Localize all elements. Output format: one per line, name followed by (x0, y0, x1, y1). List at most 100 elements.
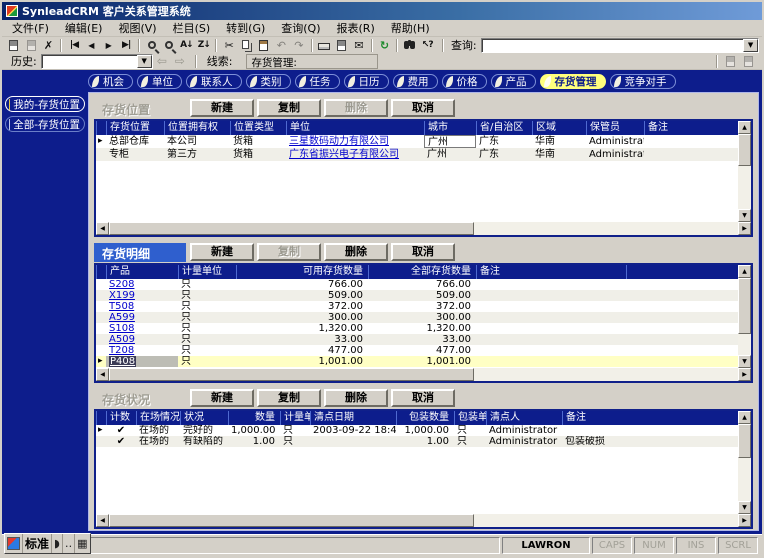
column-header[interactable]: 计量单位 (280, 411, 310, 425)
tab-contact[interactable]: 联系人 (186, 73, 242, 89)
cell-quantity[interactable]: 1,000.00 (228, 425, 280, 436)
details-new-button[interactable]: 新建 (190, 243, 254, 261)
cell-unit[interactable]: 只 (178, 290, 236, 301)
scroll-up-icon[interactable]: ▲ (738, 265, 751, 278)
cell-unit[interactable]: 只 (178, 345, 236, 356)
cell-location[interactable]: 专柜 (106, 148, 164, 161)
cell-total-qty[interactable]: 766.00 (368, 279, 476, 290)
cell-note[interactable] (476, 312, 626, 323)
cell-location[interactable]: 总部仓库 (106, 135, 164, 148)
cell-pack-unit[interactable]: 只 (454, 436, 486, 447)
column-header[interactable]: 计数 (106, 411, 136, 425)
column-header[interactable]: 单位 (286, 121, 424, 135)
first-record-icon[interactable]: |◀ (65, 38, 82, 53)
menu-edit[interactable]: 编辑(E) (57, 19, 111, 37)
column-header[interactable]: 位置类型 (230, 121, 286, 135)
menu-file[interactable]: 文件(F) (4, 19, 57, 37)
tab-expense[interactable]: 费用 (392, 73, 438, 89)
cell-product-link[interactable]: X199 (106, 290, 178, 301)
find-binoculars-icon[interactable] (401, 38, 418, 53)
tab-price[interactable]: 价格 (441, 73, 487, 89)
table-row-selected[interactable]: ▸ P408 只 1,001.00 1,001.00 (96, 356, 738, 367)
table-row[interactable]: S108 只 1,320.00 1,320.00 (96, 323, 738, 334)
table-row[interactable]: ▸ 总部仓库 本公司 货箱 三星数码动力有限公司 广州 广东 华南 Admini… (96, 135, 738, 148)
new-from-template-icon[interactable] (22, 38, 39, 53)
copy-icon[interactable] (238, 38, 255, 53)
column-header[interactable]: 产品 (106, 265, 178, 279)
menu-columns[interactable]: 栏目(S) (165, 19, 219, 37)
scroll-right-icon[interactable]: ▶ (738, 514, 751, 527)
refresh-icon[interactable]: ↻ (376, 38, 393, 53)
cell-note[interactable] (562, 425, 738, 436)
table-row[interactable]: A509 只 33.00 33.00 (96, 334, 738, 345)
scroll-down-icon[interactable]: ▼ (738, 209, 751, 222)
column-header[interactable]: 保管员 (586, 121, 644, 135)
cell-note[interactable]: 包装破损 (562, 436, 738, 447)
scroll-left-icon[interactable]: ◀ (96, 514, 109, 527)
column-header[interactable]: 在场情况 (136, 411, 180, 425)
cell-condition[interactable]: 完好的 (180, 425, 228, 436)
details-delete-button[interactable]: 删除 (324, 243, 388, 261)
column-header[interactable]: 状况 (180, 411, 228, 425)
ime-halfwidth-moon-icon[interactable]: ◗ (52, 534, 63, 553)
query-combobox[interactable]: ▼ (480, 37, 760, 53)
cell-unit[interactable]: 只 (178, 356, 236, 367)
ime-soft-keyboard-icon[interactable]: ▦ (75, 534, 89, 553)
vertical-scrollbar[interactable]: ▲ ▼ (738, 411, 751, 514)
next-record-icon[interactable]: ▶ (100, 38, 117, 53)
scroll-right-icon[interactable]: ▶ (738, 368, 751, 381)
status-cancel-button[interactable]: 取消 (391, 389, 455, 407)
scrollbar-thumb[interactable] (109, 514, 474, 527)
cell-unit[interactable]: 只 (280, 425, 310, 436)
cell-checker[interactable]: Administrator (486, 425, 562, 436)
column-header[interactable]: 清点人 (486, 411, 562, 425)
print-icon[interactable] (316, 38, 333, 53)
cell-note[interactable] (476, 345, 626, 356)
column-header[interactable]: 备注 (476, 265, 626, 279)
cell-unit[interactable]: 只 (178, 279, 236, 290)
tab-opportunity[interactable]: 机会 (88, 73, 133, 89)
cell-product-selected[interactable]: P408 (106, 356, 178, 367)
cell-presence[interactable]: 在场的 (136, 425, 180, 436)
cell-available-qty[interactable]: 766.00 (236, 279, 368, 290)
column-header[interactable]: 包装单位 (454, 411, 486, 425)
column-header[interactable]: 计量单位 (178, 265, 236, 279)
forward-icon[interactable]: ⇨ (171, 54, 189, 68)
tab-inventory-selected[interactable]: 存货管理 (539, 73, 606, 89)
title-bar[interactable]: SynleadCRM 客户关系管理系统 (2, 2, 762, 20)
cell-keeper[interactable]: Administrator (586, 135, 644, 148)
table-row[interactable]: X199 只 509.00 509.00 (96, 290, 738, 301)
cell-unit[interactable]: 只 (280, 436, 310, 447)
paste-icon[interactable] (255, 38, 272, 53)
cell-available-qty[interactable]: 33.00 (236, 334, 368, 345)
table-row[interactable]: ✔ 在场的 有缺陷的 1.00 只 1.00 只 Administrator 包… (96, 436, 738, 447)
cell-note[interactable] (476, 356, 626, 367)
cell-quantity[interactable]: 1.00 (228, 436, 280, 447)
cell-ownership[interactable]: 本公司 (164, 135, 230, 148)
cell-available-qty[interactable]: 509.00 (236, 290, 368, 301)
cell-total-qty[interactable]: 33.00 (368, 334, 476, 345)
cell-note[interactable] (644, 148, 738, 161)
cell-company-link[interactable]: 三星数码动力有限公司 (286, 135, 424, 148)
cell-province[interactable]: 广东 (476, 135, 532, 148)
undo-icon[interactable]: ↶ (273, 38, 290, 53)
sidebar-item-all-inventory-locations[interactable]: 全部-存货位置 (5, 116, 85, 132)
table-row[interactable]: ▸ ✔ 在场的 完好的 1,000.00 只 2003-09-22 18:47 … (96, 425, 738, 436)
column-header[interactable]: 数量 (228, 411, 280, 425)
cell-type[interactable]: 货箱 (230, 148, 286, 161)
cut-icon[interactable]: ✂ (220, 38, 237, 53)
cell-pack-quantity[interactable]: 1.00 (396, 436, 454, 447)
scrollbar-thumb[interactable] (738, 134, 751, 166)
status-delete-button[interactable]: 删除 (324, 389, 388, 407)
cell-province[interactable]: 广东 (476, 148, 532, 161)
cell-total-qty[interactable]: 300.00 (368, 312, 476, 323)
menu-view[interactable]: 视图(V) (110, 19, 164, 37)
vertical-scrollbar[interactable]: ▲ ▼ (738, 265, 751, 368)
cell-total-qty[interactable]: 509.00 (368, 290, 476, 301)
menu-query[interactable]: 查询(Q) (273, 19, 328, 37)
scroll-left-icon[interactable]: ◀ (96, 222, 109, 235)
cell-total-qty[interactable]: 372.00 (368, 301, 476, 312)
details-cancel-button[interactable]: 取消 (391, 243, 455, 261)
cell-unit[interactable]: 只 (178, 312, 236, 323)
table-row[interactable]: A599 只 300.00 300.00 (96, 312, 738, 323)
